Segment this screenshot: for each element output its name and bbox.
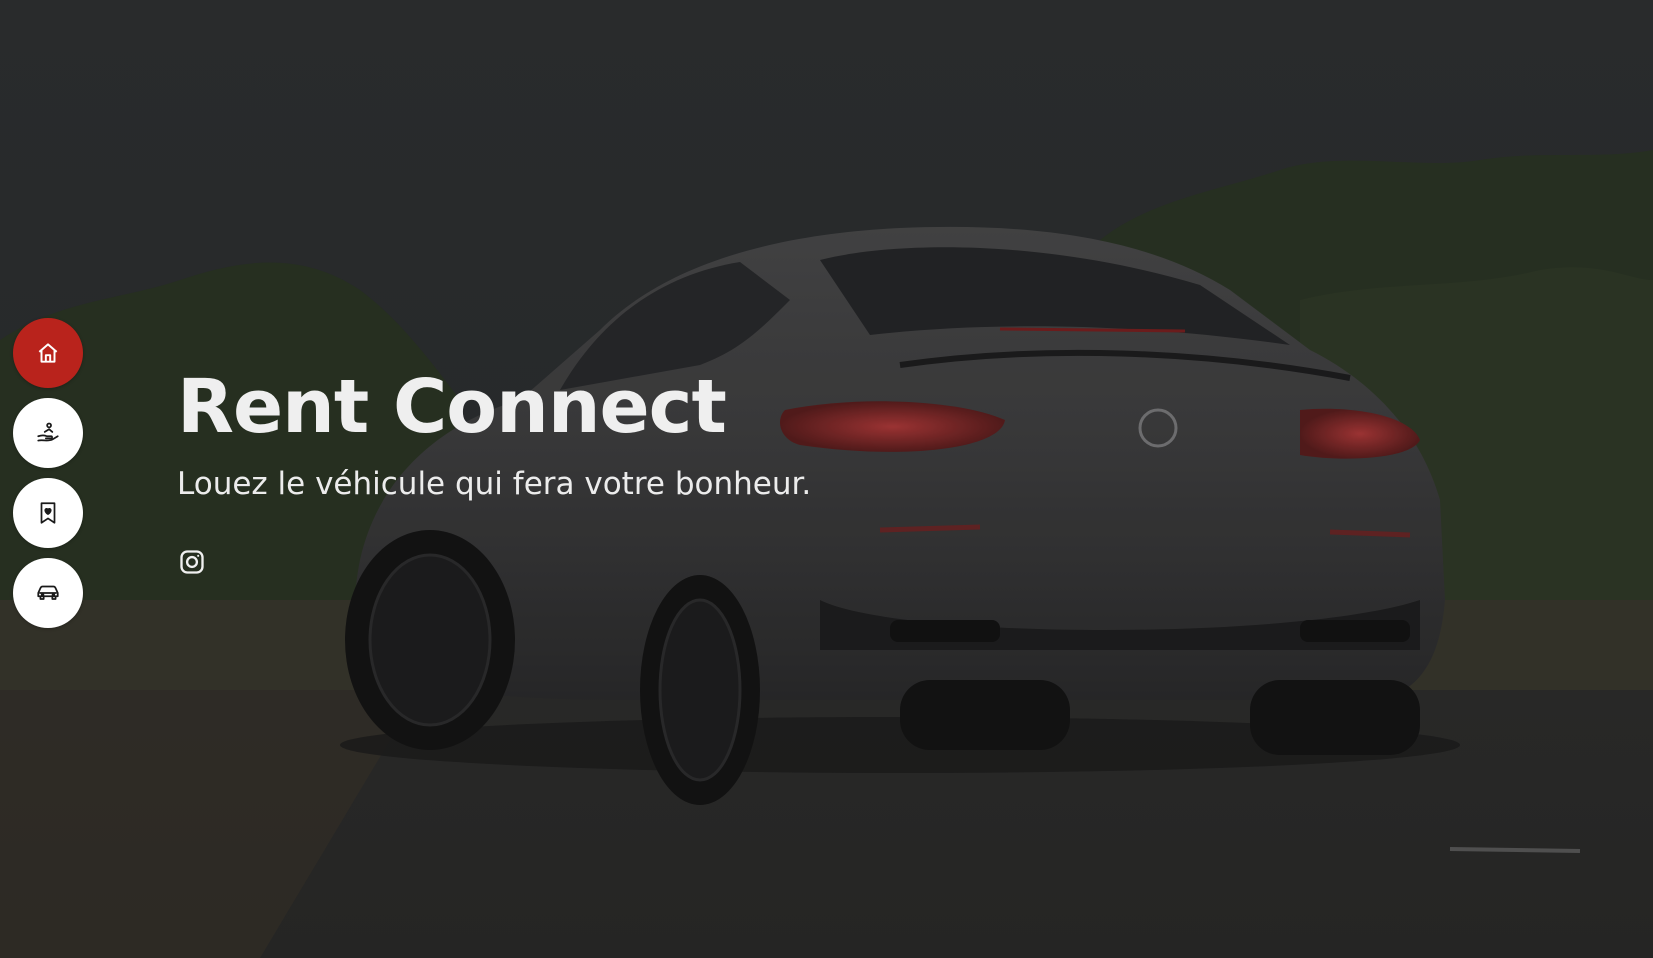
hand-person-icon: [37, 422, 59, 442]
hero-title: Rent Connect: [177, 364, 727, 450]
instagram-icon[interactable]: [178, 548, 206, 576]
nav-cars-button[interactable]: [13, 558, 83, 628]
home-icon: [38, 343, 58, 363]
hero-section: Rent Connect Louez le véhicule qui fera …: [0, 0, 1653, 958]
hero-text: Rent Connect Louez le véhicule qui fera …: [177, 362, 811, 504]
nav-services-button[interactable]: [13, 398, 83, 468]
car-icon: [37, 585, 59, 600]
nav-home-button[interactable]: [13, 318, 83, 388]
hero-subtitle: Louez le véhicule qui fera votre bonheur…: [177, 466, 812, 502]
side-navigation: [13, 318, 83, 628]
bookmark-heart-icon: [40, 502, 56, 524]
nav-favorites-button[interactable]: [13, 478, 83, 548]
